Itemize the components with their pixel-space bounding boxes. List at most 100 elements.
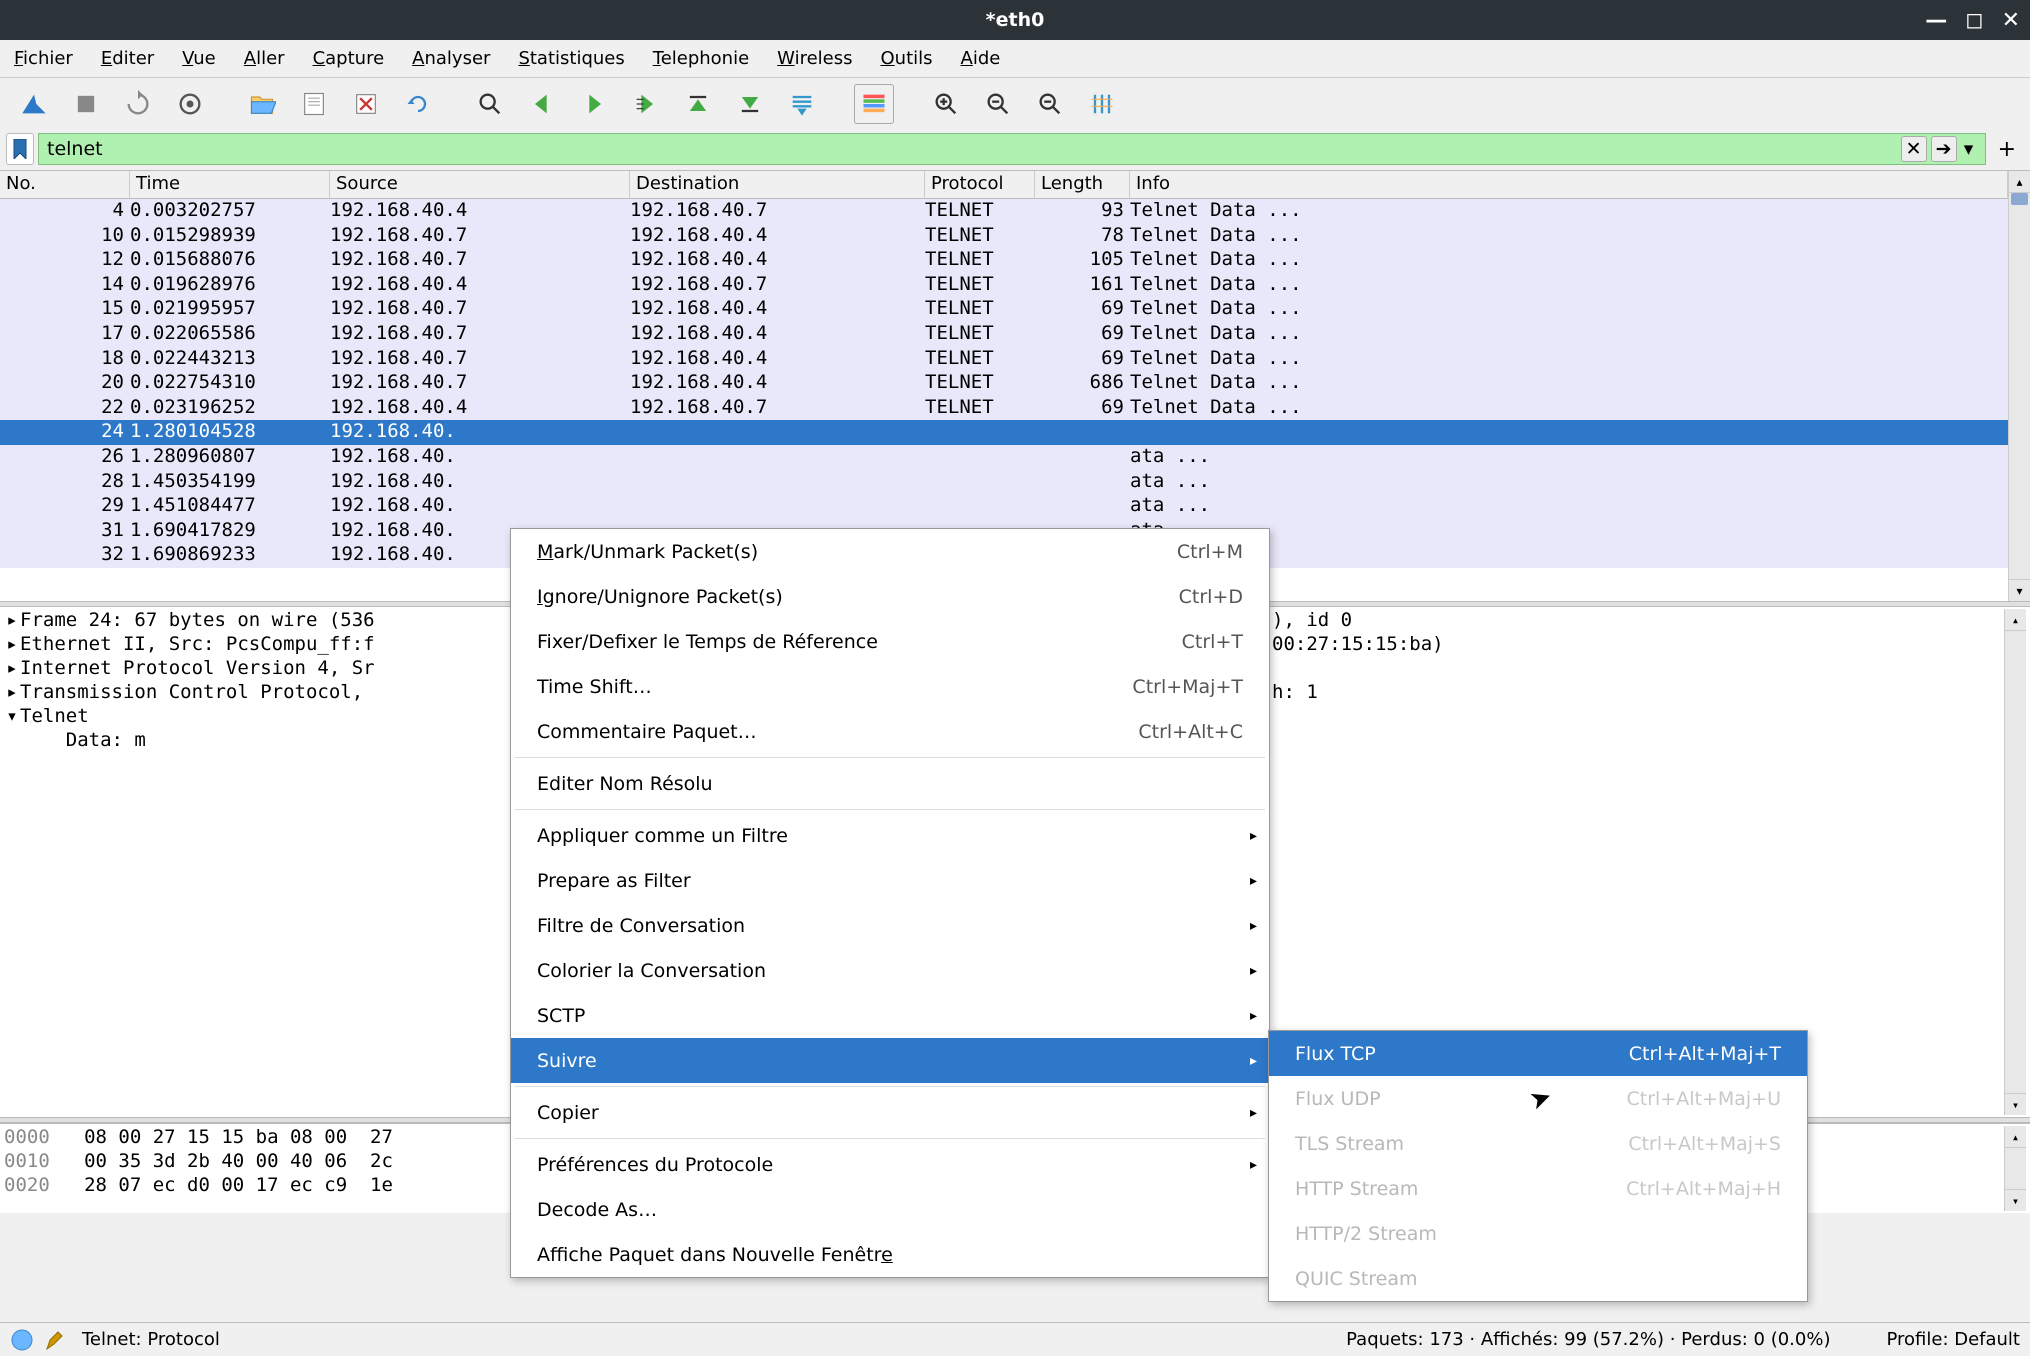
save-file-icon[interactable]	[294, 84, 334, 124]
col-header-protocol[interactable]: Protocol	[925, 171, 1035, 198]
expert-info-icon[interactable]	[10, 1328, 34, 1352]
menu-separator	[515, 757, 1265, 758]
table-row[interactable]: 140.019628976192.168.40.4192.168.40.7TEL…	[0, 273, 2008, 298]
table-row[interactable]: 200.022754310192.168.40.7192.168.40.4TEL…	[0, 371, 2008, 396]
menu-item[interactable]: Decode As…	[511, 1187, 1269, 1232]
menu-item[interactable]: Affiche Paquet dans Nouvelle Fenêtre	[511, 1232, 1269, 1277]
resize-columns-icon[interactable]	[1082, 84, 1122, 124]
menu-item[interactable]: Time Shift…Ctrl+Maj+T	[511, 664, 1269, 709]
go-forward-icon[interactable]	[574, 84, 614, 124]
menu-item[interactable]: SCTP▸	[511, 993, 1269, 1038]
scroll-up-icon[interactable]: ▴	[2005, 1126, 2026, 1148]
menu-item[interactable]: Prepare as Filter▸	[511, 858, 1269, 903]
zoom-out-icon[interactable]	[978, 84, 1018, 124]
zoom-in-icon[interactable]	[926, 84, 966, 124]
menu-capture[interactable]: Capture	[313, 48, 385, 69]
menu-item[interactable]: Fixer/Defixer le Temps de RéferenceCtrl+…	[511, 619, 1269, 664]
col-header-info[interactable]: Info	[1130, 171, 2008, 198]
go-back-icon[interactable]	[522, 84, 562, 124]
packet-list-scrollbar[interactable]: ▴ ▾	[2008, 171, 2030, 601]
add-filter-button[interactable]: +	[1990, 137, 2024, 162]
reload-file-icon[interactable]	[398, 84, 438, 124]
details-scrollbar[interactable]: ▴ ▾	[2004, 609, 2026, 1115]
menu-item[interactable]: Colorier la Conversation▸	[511, 948, 1269, 993]
menu-editer[interactable]: Editer	[101, 48, 154, 69]
table-row[interactable]: 291.451084477192.168.40.ata ...	[0, 494, 2008, 519]
packet-list-headers[interactable]: No. Time Source Destination Protocol Len…	[0, 171, 2008, 199]
col-header-length[interactable]: Length	[1035, 171, 1130, 198]
window-minimize-button[interactable]: —	[1925, 8, 1947, 33]
goto-packet-icon[interactable]	[626, 84, 666, 124]
table-row[interactable]: 40.003202757192.168.40.4192.168.40.7TELN…	[0, 199, 2008, 224]
col-header-no[interactable]: No.	[0, 171, 130, 198]
menu-item[interactable]: Editer Nom Résolu	[511, 761, 1269, 806]
menu-item[interactable]: Ignore/Unignore Packet(s)Ctrl+D	[511, 574, 1269, 619]
menu-separator	[515, 1086, 1265, 1087]
display-filter-input[interactable]: telnet ✕ ➔ ▾	[38, 133, 1986, 165]
edit-icon[interactable]	[44, 1328, 68, 1352]
window-maximize-button[interactable]: ◻	[1965, 8, 1983, 33]
menu-telephonie[interactable]: Telephonie	[653, 48, 749, 69]
menu-analyser[interactable]: Analyser	[412, 48, 490, 69]
zoom-reset-icon[interactable]	[1030, 84, 1070, 124]
bookmark-icon[interactable]	[6, 133, 34, 165]
menu-aide[interactable]: Aide	[961, 48, 1001, 69]
menu-item[interactable]: Flux TCPCtrl+Alt+Maj+T	[1269, 1031, 1807, 1076]
menu-vue[interactable]: Vue	[182, 48, 216, 69]
table-row[interactable]: 180.022443213192.168.40.7192.168.40.4TEL…	[0, 347, 2008, 372]
status-profile[interactable]: Profile: Default	[1886, 1329, 2020, 1350]
menu-outils[interactable]: Outils	[881, 48, 933, 69]
menu-fichier[interactable]: Fichier	[14, 48, 73, 69]
scroll-down-icon[interactable]: ▾	[2005, 1189, 2026, 1211]
status-left: Telnet: Protocol	[82, 1329, 220, 1350]
menu-item[interactable]: Appliquer comme un Filtre▸	[511, 813, 1269, 858]
table-row[interactable]: 150.021995957192.168.40.7192.168.40.4TEL…	[0, 297, 2008, 322]
menu-item[interactable]: Suivre▸	[511, 1038, 1269, 1083]
auto-scroll-icon[interactable]	[782, 84, 822, 124]
window-title: *eth0	[986, 9, 1045, 31]
table-row[interactable]: 100.015298939192.168.40.7192.168.40.4TEL…	[0, 224, 2008, 249]
goto-first-icon[interactable]	[678, 84, 718, 124]
capture-options-icon[interactable]	[170, 84, 210, 124]
open-file-icon[interactable]	[242, 84, 282, 124]
shark-fin-icon[interactable]	[14, 84, 54, 124]
menu-aller[interactable]: Aller	[244, 48, 285, 69]
clear-filter-icon[interactable]: ✕	[1901, 136, 1927, 162]
menu-separator	[515, 809, 1265, 810]
col-header-destination[interactable]: Destination	[630, 171, 925, 198]
close-file-icon[interactable]	[346, 84, 386, 124]
col-header-time[interactable]: Time	[130, 171, 330, 198]
scroll-up-icon[interactable]: ▴	[2009, 171, 2030, 193]
menu-item[interactable]: Commentaire Paquet…Ctrl+Alt+C	[511, 709, 1269, 754]
find-packet-icon[interactable]	[470, 84, 510, 124]
apply-filter-icon[interactable]: ➔	[1931, 136, 1957, 162]
bytes-scrollbar[interactable]: ▴ ▾	[2004, 1126, 2026, 1211]
table-row[interactable]: 170.022065586192.168.40.7192.168.40.4TEL…	[0, 322, 2008, 347]
scroll-up-icon[interactable]: ▴	[2005, 609, 2026, 631]
scroll-down-icon[interactable]: ▾	[2009, 579, 2030, 601]
menu-statistiques[interactable]: Statistiques	[518, 48, 624, 69]
colorize-icon[interactable]	[854, 84, 894, 124]
scroll-down-icon[interactable]: ▾	[2005, 1093, 2026, 1115]
menu-item: TLS StreamCtrl+Alt+Maj+S	[1269, 1121, 1807, 1166]
goto-last-icon[interactable]	[730, 84, 770, 124]
stop-capture-icon[interactable]	[66, 84, 106, 124]
menu-item: HTTP StreamCtrl+Alt+Maj+H	[1269, 1166, 1807, 1211]
window-close-button[interactable]: ✕	[2002, 8, 2020, 33]
menu-wireless[interactable]: Wireless	[777, 48, 852, 69]
filter-dropdown-icon[interactable]: ▾	[1961, 136, 1977, 162]
menu-item[interactable]: Préférences du Protocole▸	[511, 1142, 1269, 1187]
menu-item[interactable]: Mark/Unmark Packet(s)Ctrl+M	[511, 529, 1269, 574]
table-row[interactable]: 220.023196252192.168.40.4192.168.40.7TEL…	[0, 396, 2008, 421]
menu-item: HTTP/2 Stream	[1269, 1211, 1807, 1256]
table-row[interactable]: 281.450354199192.168.40.ata ...	[0, 470, 2008, 495]
menu-item[interactable]: Filtre de Conversation▸	[511, 903, 1269, 948]
menu-item[interactable]: Copier▸	[511, 1090, 1269, 1135]
table-row[interactable]: 261.280960807192.168.40.ata ...	[0, 445, 2008, 470]
scrollbar-thumb[interactable]	[2011, 193, 2028, 205]
table-row[interactable]: 120.015688076192.168.40.7192.168.40.4TEL…	[0, 248, 2008, 273]
table-row[interactable]: 241.280104528192.168.40.	[0, 420, 2008, 445]
col-header-source[interactable]: Source	[330, 171, 630, 198]
menu-item: Flux UDPCtrl+Alt+Maj+U	[1269, 1076, 1807, 1121]
restart-capture-icon[interactable]	[118, 84, 158, 124]
